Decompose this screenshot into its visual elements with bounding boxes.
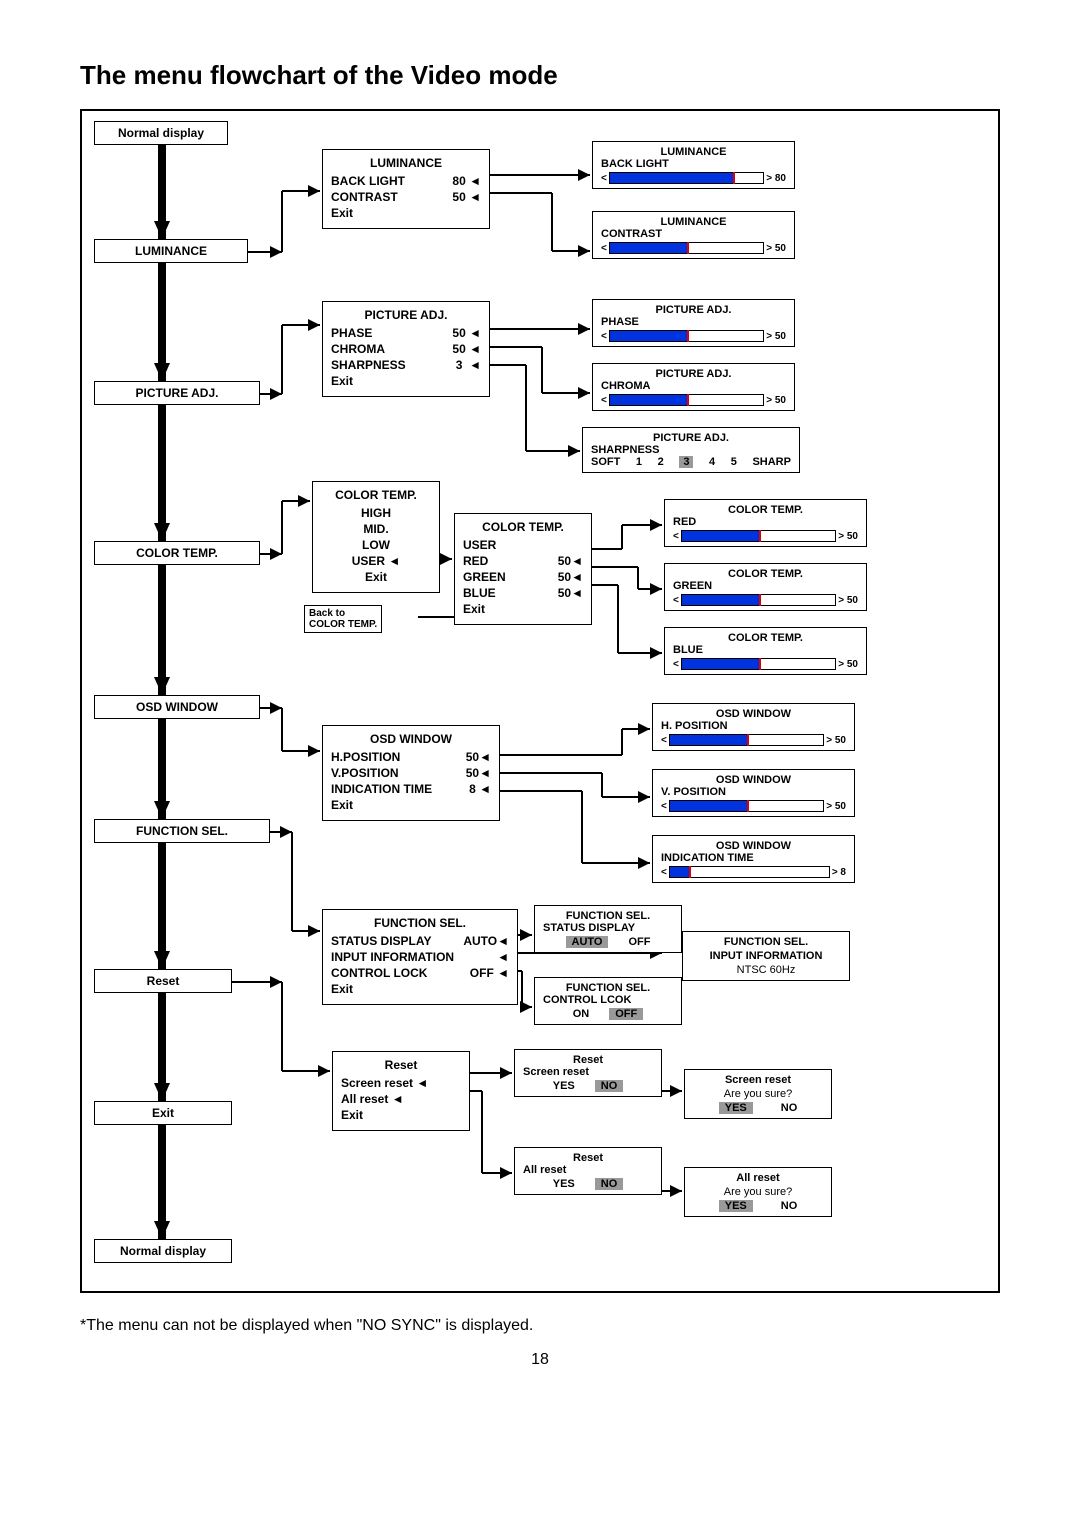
input-info-panel: FUNCTION SEL. INPUT INFORMATION NTSC 60H… xyxy=(682,931,850,981)
reset-box: Reset xyxy=(94,969,232,993)
all-reset-sure: All reset Are you sure? YESNO xyxy=(684,1167,832,1217)
picture-menu: PICTURE ADJ. PHASE50 ◄ CHROMA50 ◄ SHARPN… xyxy=(322,301,490,397)
picture-adj-box: PICTURE ADJ. xyxy=(94,381,260,405)
flowchart-container: Normal display LUMINANCE PICTURE ADJ. CO… xyxy=(80,109,1000,1293)
back-to-colortemp-label: Back toCOLOR TEMP. xyxy=(304,605,382,633)
function-sel-box: FUNCTION SEL. xyxy=(94,819,270,843)
luminance-exit: Exit xyxy=(331,206,353,220)
all-reset-confirm: Reset All reset YESNO xyxy=(514,1147,662,1195)
reset-menu: Reset Screen reset ◄ All reset ◄ Exit xyxy=(332,1051,470,1131)
luminance-menu-header: LUMINANCE xyxy=(331,156,481,170)
exit-box: Exit xyxy=(94,1101,232,1125)
screen-reset-sure: Screen reset Are you sure? YESNO xyxy=(684,1069,832,1119)
gauge-vpos: OSD WINDOW V. POSITION <> 50 xyxy=(652,769,855,817)
colortemp-user-menu: COLOR TEMP. USER RED50◄ GREEN50◄ BLUE50◄… xyxy=(454,513,592,625)
color-temp-box: COLOR TEMP. xyxy=(94,541,260,565)
footnote: *The menu can not be displayed when "NO … xyxy=(80,1317,1000,1335)
page-title: The menu flowchart of the Video mode xyxy=(80,60,1000,91)
start-box: Normal display xyxy=(94,121,228,145)
gauge-green: COLOR TEMP. GREEN <> 50 xyxy=(664,563,867,611)
function-menu: FUNCTION SEL. STATUS DISPLAYAUTO◄ INPUT … xyxy=(322,909,518,1005)
gauge-indication: OSD WINDOW INDICATION TIME <> 8 xyxy=(652,835,855,883)
status-display-opt: FUNCTION SEL. STATUS DISPLAY AUTOOFF xyxy=(534,905,682,953)
contrast-label: CONTRAST xyxy=(331,190,398,204)
gauge-contrast: LUMINANCE CONTRAST <> 50 xyxy=(592,211,795,259)
gauge-backlight: LUMINANCE BACK LIGHT <> 80 xyxy=(592,141,795,189)
colortemp-menu: COLOR TEMP. HIGH MID. LOW USER ◄ Exit xyxy=(312,481,440,593)
control-lock-opt: FUNCTION SEL. CONTROL LCOK ONOFF xyxy=(534,977,682,1025)
luminance-box: LUMINANCE xyxy=(94,239,248,263)
screen-reset-confirm: Reset Screen reset YESNO xyxy=(514,1049,662,1097)
gauge-hpos: OSD WINDOW H. POSITION <> 50 xyxy=(652,703,855,751)
osd-window-box: OSD WINDOW xyxy=(94,695,260,719)
sharpness-panel: PICTURE ADJ. SHARPNESS SOFT 1 2 3 4 5 SH… xyxy=(582,427,800,473)
backlight-val: 80 ◄ xyxy=(452,174,481,188)
gauge-blue: COLOR TEMP. BLUE <> 50 xyxy=(664,627,867,675)
backlight-label: BACK LIGHT xyxy=(331,174,405,188)
gauge-chroma: PICTURE ADJ. CHROMA <> 50 xyxy=(592,363,795,411)
osd-menu: OSD WINDOW H.POSITION50◄ V.POSITION50◄ I… xyxy=(322,725,500,821)
luminance-menu: LUMINANCE BACK LIGHT 80 ◄ CONTRAST 50 ◄ Ex… xyxy=(322,149,490,229)
end-box: Normal display xyxy=(94,1239,232,1263)
gauge-red: COLOR TEMP. RED <> 50 xyxy=(664,499,867,547)
contrast-val: 50 ◄ xyxy=(452,190,481,204)
gauge-phase: PICTURE ADJ. PHASE <> 50 xyxy=(592,299,795,347)
page-number: 18 xyxy=(80,1351,1000,1369)
